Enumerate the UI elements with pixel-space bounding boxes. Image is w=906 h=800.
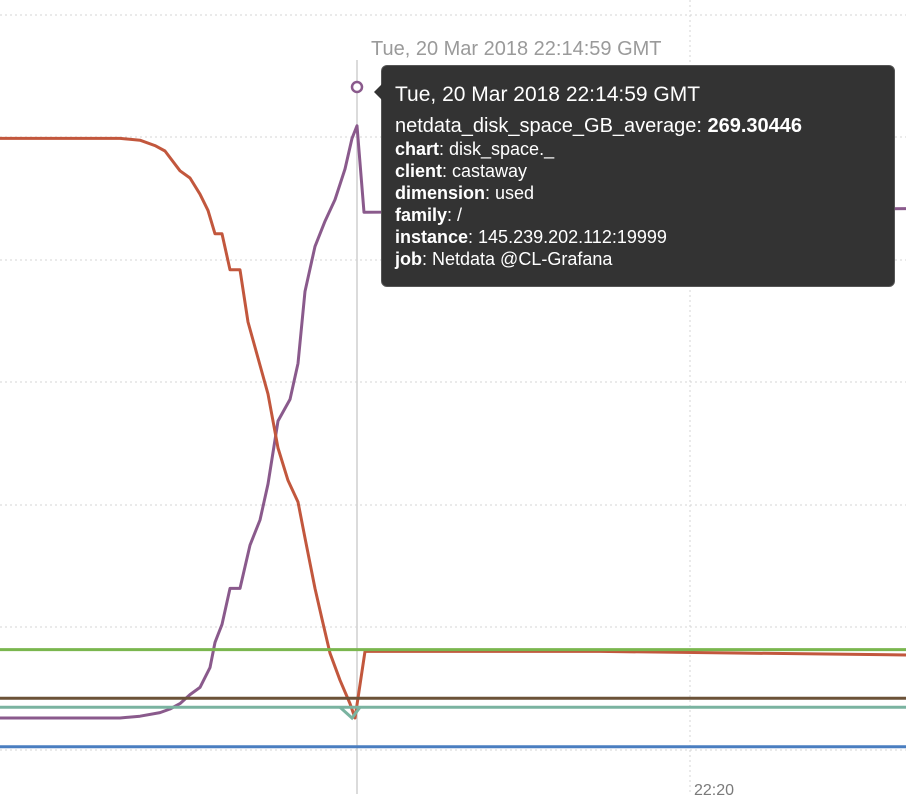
tooltip-row-value: : / bbox=[447, 205, 463, 225]
tooltip-row-value: : castaway bbox=[442, 161, 528, 181]
hover-marker bbox=[350, 80, 364, 94]
tooltip-labels: chart: disk_space._ client: castaway dimen… bbox=[395, 138, 894, 270]
tooltip-row: chart: disk_space._ bbox=[395, 138, 894, 160]
tooltip-row-key: chart bbox=[395, 139, 440, 159]
tooltip-row-value: : 145.239.202.112:19999 bbox=[468, 227, 667, 247]
tooltip-row-key: client bbox=[395, 161, 443, 181]
tooltip-metric: netdata_disk_space_GB_average: 269.30446 bbox=[395, 115, 802, 137]
tooltip-metric-name: netdata_disk_space_GB_average bbox=[395, 115, 697, 137]
tooltip-arrow bbox=[374, 84, 382, 100]
x-tick-label: 22:20 bbox=[694, 782, 735, 799]
tooltip-row-key: instance bbox=[395, 227, 469, 247]
tooltip-row-key: family bbox=[395, 205, 448, 225]
tooltip-row: client: castaway bbox=[395, 160, 894, 182]
tooltip-title: Tue, 20 Mar 2018 22:14:59 GMT bbox=[395, 83, 701, 106]
tooltip-row-value: : used bbox=[485, 183, 535, 203]
tooltip-row: job: Netdata @CL-Grafana bbox=[395, 248, 894, 270]
tooltip-metric-value: 269.30446 bbox=[707, 115, 802, 137]
hover-point bbox=[350, 80, 364, 94]
tooltip-row-key: dimension bbox=[395, 183, 486, 203]
tooltip-row: instance: 145.239.202.112:19999 bbox=[395, 226, 894, 248]
chart-tooltip: Tue, 20 Mar 2018 22:14:59 GMT netdata_di… bbox=[374, 65, 895, 287]
tooltip-row: family: / bbox=[395, 204, 894, 226]
crosshair-time-label: Tue, 20 Mar 2018 22:14:59 GMT bbox=[371, 38, 662, 60]
tooltip-row-value: : Netdata @CL-Grafana bbox=[422, 249, 613, 269]
tooltip-row: dimension: used bbox=[395, 182, 894, 204]
tooltip-row-key: job bbox=[395, 249, 422, 269]
tooltip-row-value: : disk_space._ bbox=[439, 139, 555, 159]
